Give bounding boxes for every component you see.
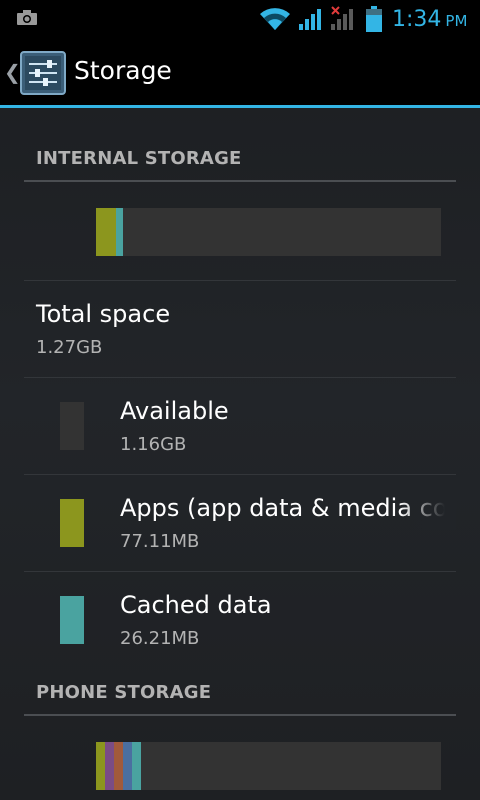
phone-usage-bar	[96, 742, 441, 790]
phone-usage-segment	[104, 742, 114, 790]
divider	[24, 377, 456, 378]
divider	[24, 571, 456, 572]
clock: 1:34 PM	[392, 6, 467, 34]
phone-usage-segment	[131, 742, 141, 790]
apps-value: 77.11MB	[120, 531, 200, 552]
internal-usage-segment	[96, 208, 117, 256]
label-fade	[400, 490, 456, 530]
total-space-value: 1.27GB	[36, 337, 103, 358]
divider	[24, 474, 456, 475]
cached-data-swatch	[60, 596, 84, 644]
wifi-icon	[260, 8, 290, 31]
signal-icon	[299, 9, 321, 30]
internal-usage-segment	[116, 208, 124, 256]
status-bar: 1:34 PM	[0, 0, 480, 38]
internal-usage-bar	[96, 208, 441, 256]
page-title: Storage	[74, 56, 172, 85]
divider	[24, 280, 456, 281]
signal-no-service-icon	[331, 6, 353, 30]
cached-data-label: Cached data	[120, 591, 272, 619]
cached-data-value: 26.21MB	[120, 628, 200, 649]
internal-storage-rule	[24, 180, 456, 182]
available-value: 1.16GB	[120, 434, 187, 455]
available-label: Available	[120, 397, 229, 425]
camera-icon	[17, 10, 37, 25]
total-space-label: Total space	[36, 300, 171, 328]
clock-time: 1:34	[392, 7, 442, 32]
phone-usage-segment	[96, 742, 105, 790]
apps-swatch	[60, 499, 84, 547]
phone-usage-segment	[122, 742, 132, 790]
phone-usage-segment	[113, 742, 123, 790]
phone-storage-header: PHONE STORAGE	[36, 682, 212, 703]
settings-sliders-icon[interactable]	[20, 51, 66, 95]
phone-usage-segment	[140, 742, 441, 790]
internal-usage-segment	[123, 208, 439, 256]
clock-ampm: PM	[445, 12, 468, 30]
back-chevron-icon[interactable]: ❮	[4, 60, 21, 84]
internal-storage-header: INTERNAL STORAGE	[36, 148, 242, 169]
available-swatch	[60, 402, 84, 450]
phone-storage-rule	[24, 714, 456, 716]
battery-icon	[366, 6, 382, 32]
action-bar[interactable]: ❮ Storage	[0, 38, 480, 108]
